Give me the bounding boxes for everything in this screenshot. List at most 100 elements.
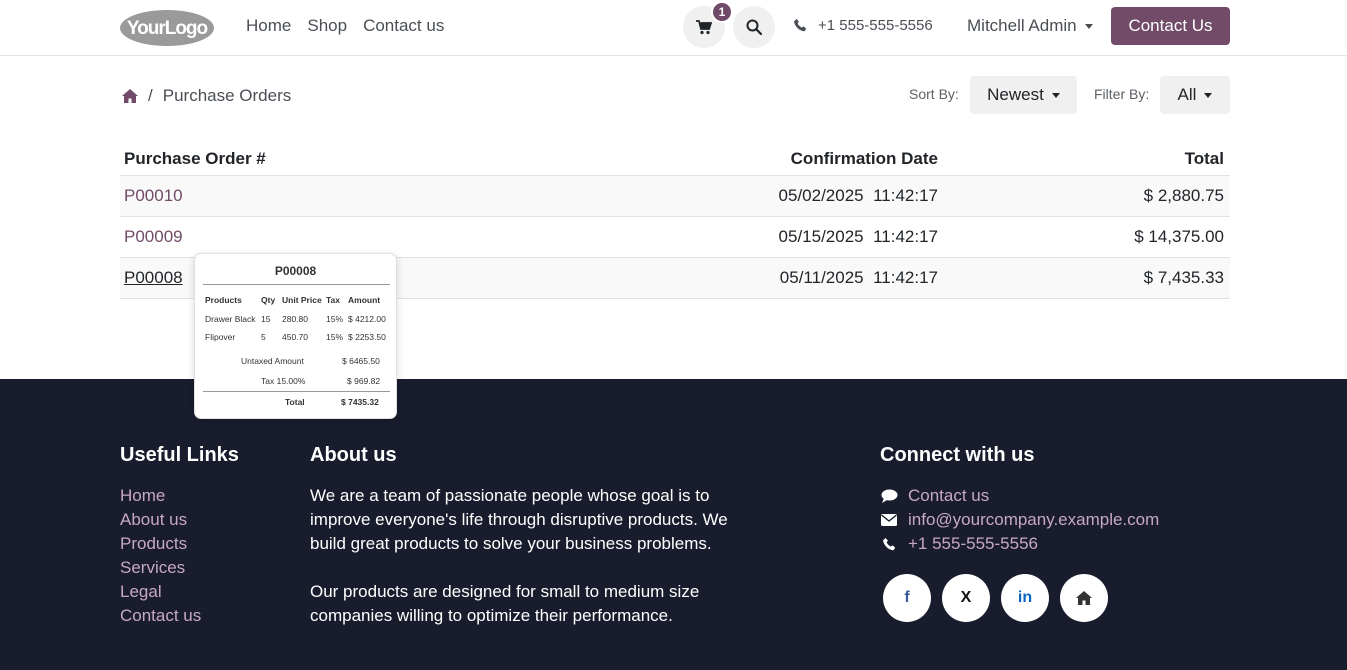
column-date: Confirmation Date [790,148,938,168]
filter-label: Filter By: [1094,86,1150,102]
popover-price: 450.70 [282,332,308,342]
connect-email[interactable]: info@yourcompany.example.com [880,508,1159,532]
chevron-down-icon [1204,92,1213,98]
search-button[interactable] [733,6,775,48]
about-paragraph: Our products are designed for small to m… [310,582,700,625]
breadcrumb-separator: / [148,86,153,105]
search-icon [746,19,762,35]
contact-us-button[interactable]: Contact Us [1111,7,1230,45]
phone-icon [794,19,807,32]
footer-link-home[interactable]: Home [120,484,201,508]
footer-link-legal[interactable]: Legal [120,580,201,604]
main-nav: Home Shop Contact us [246,16,444,36]
chevron-down-icon [1084,23,1093,29]
cart-button[interactable]: 1 [683,1,733,48]
cart-icon [696,19,712,34]
footer-link-contact[interactable]: Contact us [120,604,201,628]
header-phone[interactable]: +1 555-555-5556 [794,17,933,34]
footer-link-products[interactable]: Products [120,532,201,556]
popover-header-tax: Tax [326,295,341,305]
order-link[interactable]: P00008 [124,258,183,298]
table-header: Purchase Order # Confirmation Date Total [120,142,1230,176]
connect-phone-label: +1 555-555-5556 [908,534,1038,553]
svg-text:YourLogo: YourLogo [127,18,208,39]
nav-home[interactable]: Home [246,16,291,36]
user-menu[interactable]: Mitchell Admin [967,16,1093,36]
popover-header-qty: Qty [261,295,276,305]
order-link[interactable]: P00009 [124,217,183,257]
order-preview-popover: P00008 Products Qty Unit Price Tax Amoun… [194,253,397,419]
filter-value: All [1177,85,1197,104]
chevron-down-icon [1051,92,1060,98]
company-logo[interactable]: YourLogo [120,9,214,47]
linkedin-icon[interactable]: in [1001,574,1049,622]
column-total: Total [1184,148,1224,168]
table-row[interactable]: P00010 05/02/2025 11:42:17 $ 2,880.75 [120,176,1230,217]
popover-tax: 15% [326,314,344,324]
popover-tax-label: Tax 15.00% [261,376,306,386]
popover-amount: $ 2253.50 [348,332,386,342]
x-icon[interactable]: X [942,574,990,622]
popover-qty: 5 [261,332,266,342]
table-row[interactable]: P00009 05/15/2025 11:42:17 $ 14,375.00 [120,217,1230,258]
popover-header-products: Products [205,295,242,305]
connect-contact-label: Contact us [908,486,990,505]
popover-tax: 15% [326,332,344,342]
popover-qty: 15 [261,314,271,324]
order-date: 05/11/2025 11:42:17 [780,258,938,298]
home-icon[interactable] [122,89,138,103]
facebook-icon[interactable]: f [883,574,931,622]
user-name: Mitchell Admin [967,16,1077,35]
phone-icon [882,537,895,550]
order-total: $ 2,880.75 [1143,186,1224,205]
order-link[interactable]: P00010 [124,176,183,216]
popover-total-label: Total [285,397,305,407]
sort-label: Sort By: [909,86,959,102]
social-links: f X in [883,574,1108,622]
sort-value: Newest [987,85,1044,104]
home-social-button[interactable] [1060,574,1108,622]
popover-untaxed-value: $ 6465.50 [342,356,380,366]
about-paragraph: We are a team of passionate people whose… [310,486,728,553]
site-footer: Useful Links Home About us Products Serv… [0,379,1347,670]
about-text: We are a team of passionate people whose… [310,484,750,628]
popover-price: 280.80 [282,314,308,324]
order-total: $ 14,375.00 [1134,227,1224,246]
connect-list: Contact us info@yourcompany.example.com … [880,484,1159,556]
popover-title: P00008 [274,264,317,278]
useful-links-title: Useful Links [120,444,239,466]
divider [203,391,390,392]
column-order: Purchase Order # [124,148,266,168]
connect-contact[interactable]: Contact us [880,484,1159,508]
popover-amount: $ 4212.00 [348,314,386,324]
time-value: 11:42:17 [873,186,938,205]
useful-links-list: Home About us Products Services Legal Co… [120,484,201,628]
popover-product: Flipover [205,332,236,342]
popover-header-amount: Amount [348,295,381,305]
order-date: 05/15/2025 11:42:17 [779,217,938,257]
nav-contact-us[interactable]: Contact us [363,16,444,36]
about-title: About us [310,444,397,466]
home-icon [1076,591,1092,605]
date-value: 05/15/2025 [778,227,864,246]
popover-tax-value: $ 969.82 [347,376,381,386]
nav-shop[interactable]: Shop [307,16,347,36]
popover-total-value: $ 7435.32 [341,397,379,407]
date-value: 05/11/2025 [779,268,864,287]
order-total: $ 7,435.33 [1143,268,1224,287]
breadcrumb: / Purchase Orders [122,86,291,106]
filter-dropdown[interactable]: All [1160,76,1230,114]
comment-icon [881,489,897,503]
popover-product: Drawer Black [205,314,256,324]
popover-untaxed-label: Untaxed Amount [241,356,304,366]
footer-link-services[interactable]: Services [120,556,201,580]
connect-email-label: info@yourcompany.example.com [908,510,1160,529]
site-header: YourLogo Home Shop Contact us 1 +1 555-5… [0,0,1347,56]
date-value: 05/02/2025 [778,186,864,205]
footer-link-about[interactable]: About us [120,508,201,532]
divider [203,284,390,285]
breadcrumb-current: Purchase Orders [162,86,292,105]
envelope-icon [881,514,897,526]
connect-phone[interactable]: +1 555-555-5556 [880,532,1159,556]
sort-dropdown[interactable]: Newest [970,76,1077,114]
